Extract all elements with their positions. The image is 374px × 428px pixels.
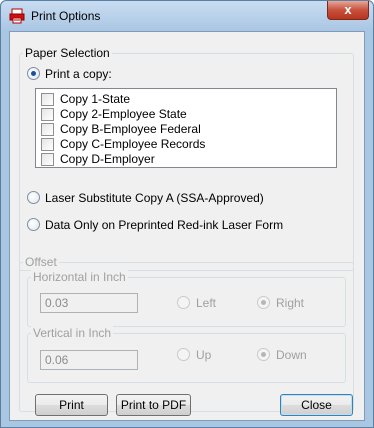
close-window-button[interactable]: x bbox=[327, 1, 369, 20]
left-radio[interactable] bbox=[177, 296, 190, 309]
down-label[interactable]: Down bbox=[276, 348, 307, 362]
copy-item-label: Copy 1-State bbox=[60, 92, 131, 106]
print-a-copy-radio[interactable] bbox=[27, 67, 40, 80]
laser-substitute-radio[interactable] bbox=[27, 191, 40, 204]
copy-item-b-employee-federal[interactable]: Copy B-Employee Federal bbox=[41, 122, 301, 137]
title-bar[interactable]: Print Options x bbox=[1, 1, 373, 31]
dialog-body: Paper Selection Print a copy: Copy 1-Sta… bbox=[9, 31, 365, 421]
copy-item-c-employee-records[interactable]: Copy C-Employee Records bbox=[41, 137, 301, 152]
offset-label: Offset bbox=[23, 255, 59, 269]
copy-item-label: Copy D-Employer bbox=[60, 152, 155, 166]
copy-b-employee-federal-checkbox[interactable] bbox=[41, 123, 54, 136]
copy-item-label: Copy C-Employee Records bbox=[60, 137, 206, 151]
copy-item-2-employee-state[interactable]: Copy 2-Employee State bbox=[41, 107, 301, 122]
close-button[interactable]: Close bbox=[280, 394, 353, 416]
print-a-copy-label[interactable]: Print a copy: bbox=[45, 67, 112, 81]
print-options-window: Print Options x Paper Selection Print a … bbox=[0, 0, 374, 428]
copy-c-employee-records-checkbox[interactable] bbox=[41, 138, 54, 151]
copy-item-d-employer[interactable]: Copy D-Employer bbox=[41, 152, 301, 167]
down-radio[interactable] bbox=[257, 348, 270, 361]
copy-2-employee-state-checkbox[interactable] bbox=[41, 108, 54, 121]
left-label[interactable]: Left bbox=[196, 296, 216, 310]
copy-item-1-state[interactable]: Copy 1-State bbox=[41, 92, 301, 107]
vertical-offset-label: Vertical in Inch bbox=[31, 326, 114, 340]
window-title: Print Options bbox=[31, 9, 101, 23]
data-only-label[interactable]: Data Only on Preprinted Red-ink Laser Fo… bbox=[45, 218, 283, 232]
paper-selection-label: Paper Selection bbox=[23, 46, 112, 60]
up-radio[interactable] bbox=[177, 348, 190, 361]
print-button[interactable]: Print bbox=[35, 394, 108, 416]
copies-list[interactable]: Copy 1-State Copy 2-Employee State Copy … bbox=[35, 88, 337, 168]
horizontal-offset-input[interactable]: 0.03 bbox=[40, 293, 138, 313]
right-label[interactable]: Right bbox=[276, 296, 304, 310]
laser-substitute-label[interactable]: Laser Substitute Copy A (SSA-Approved) bbox=[45, 191, 264, 205]
copy-1-state-checkbox[interactable] bbox=[41, 93, 54, 106]
copy-d-employer-checkbox[interactable] bbox=[41, 153, 54, 166]
copy-item-label: Copy 2-Employee State bbox=[60, 107, 187, 121]
horizontal-offset-label: Horizontal in Inch bbox=[31, 270, 128, 284]
printer-icon bbox=[9, 8, 25, 24]
vertical-offset-input[interactable]: 0.06 bbox=[40, 350, 138, 370]
copy-item-label: Copy B-Employee Federal bbox=[60, 122, 201, 136]
right-radio[interactable] bbox=[257, 296, 270, 309]
print-to-pdf-button[interactable]: Print to PDF bbox=[116, 394, 191, 416]
up-label[interactable]: Up bbox=[196, 348, 211, 362]
data-only-radio[interactable] bbox=[27, 218, 40, 231]
